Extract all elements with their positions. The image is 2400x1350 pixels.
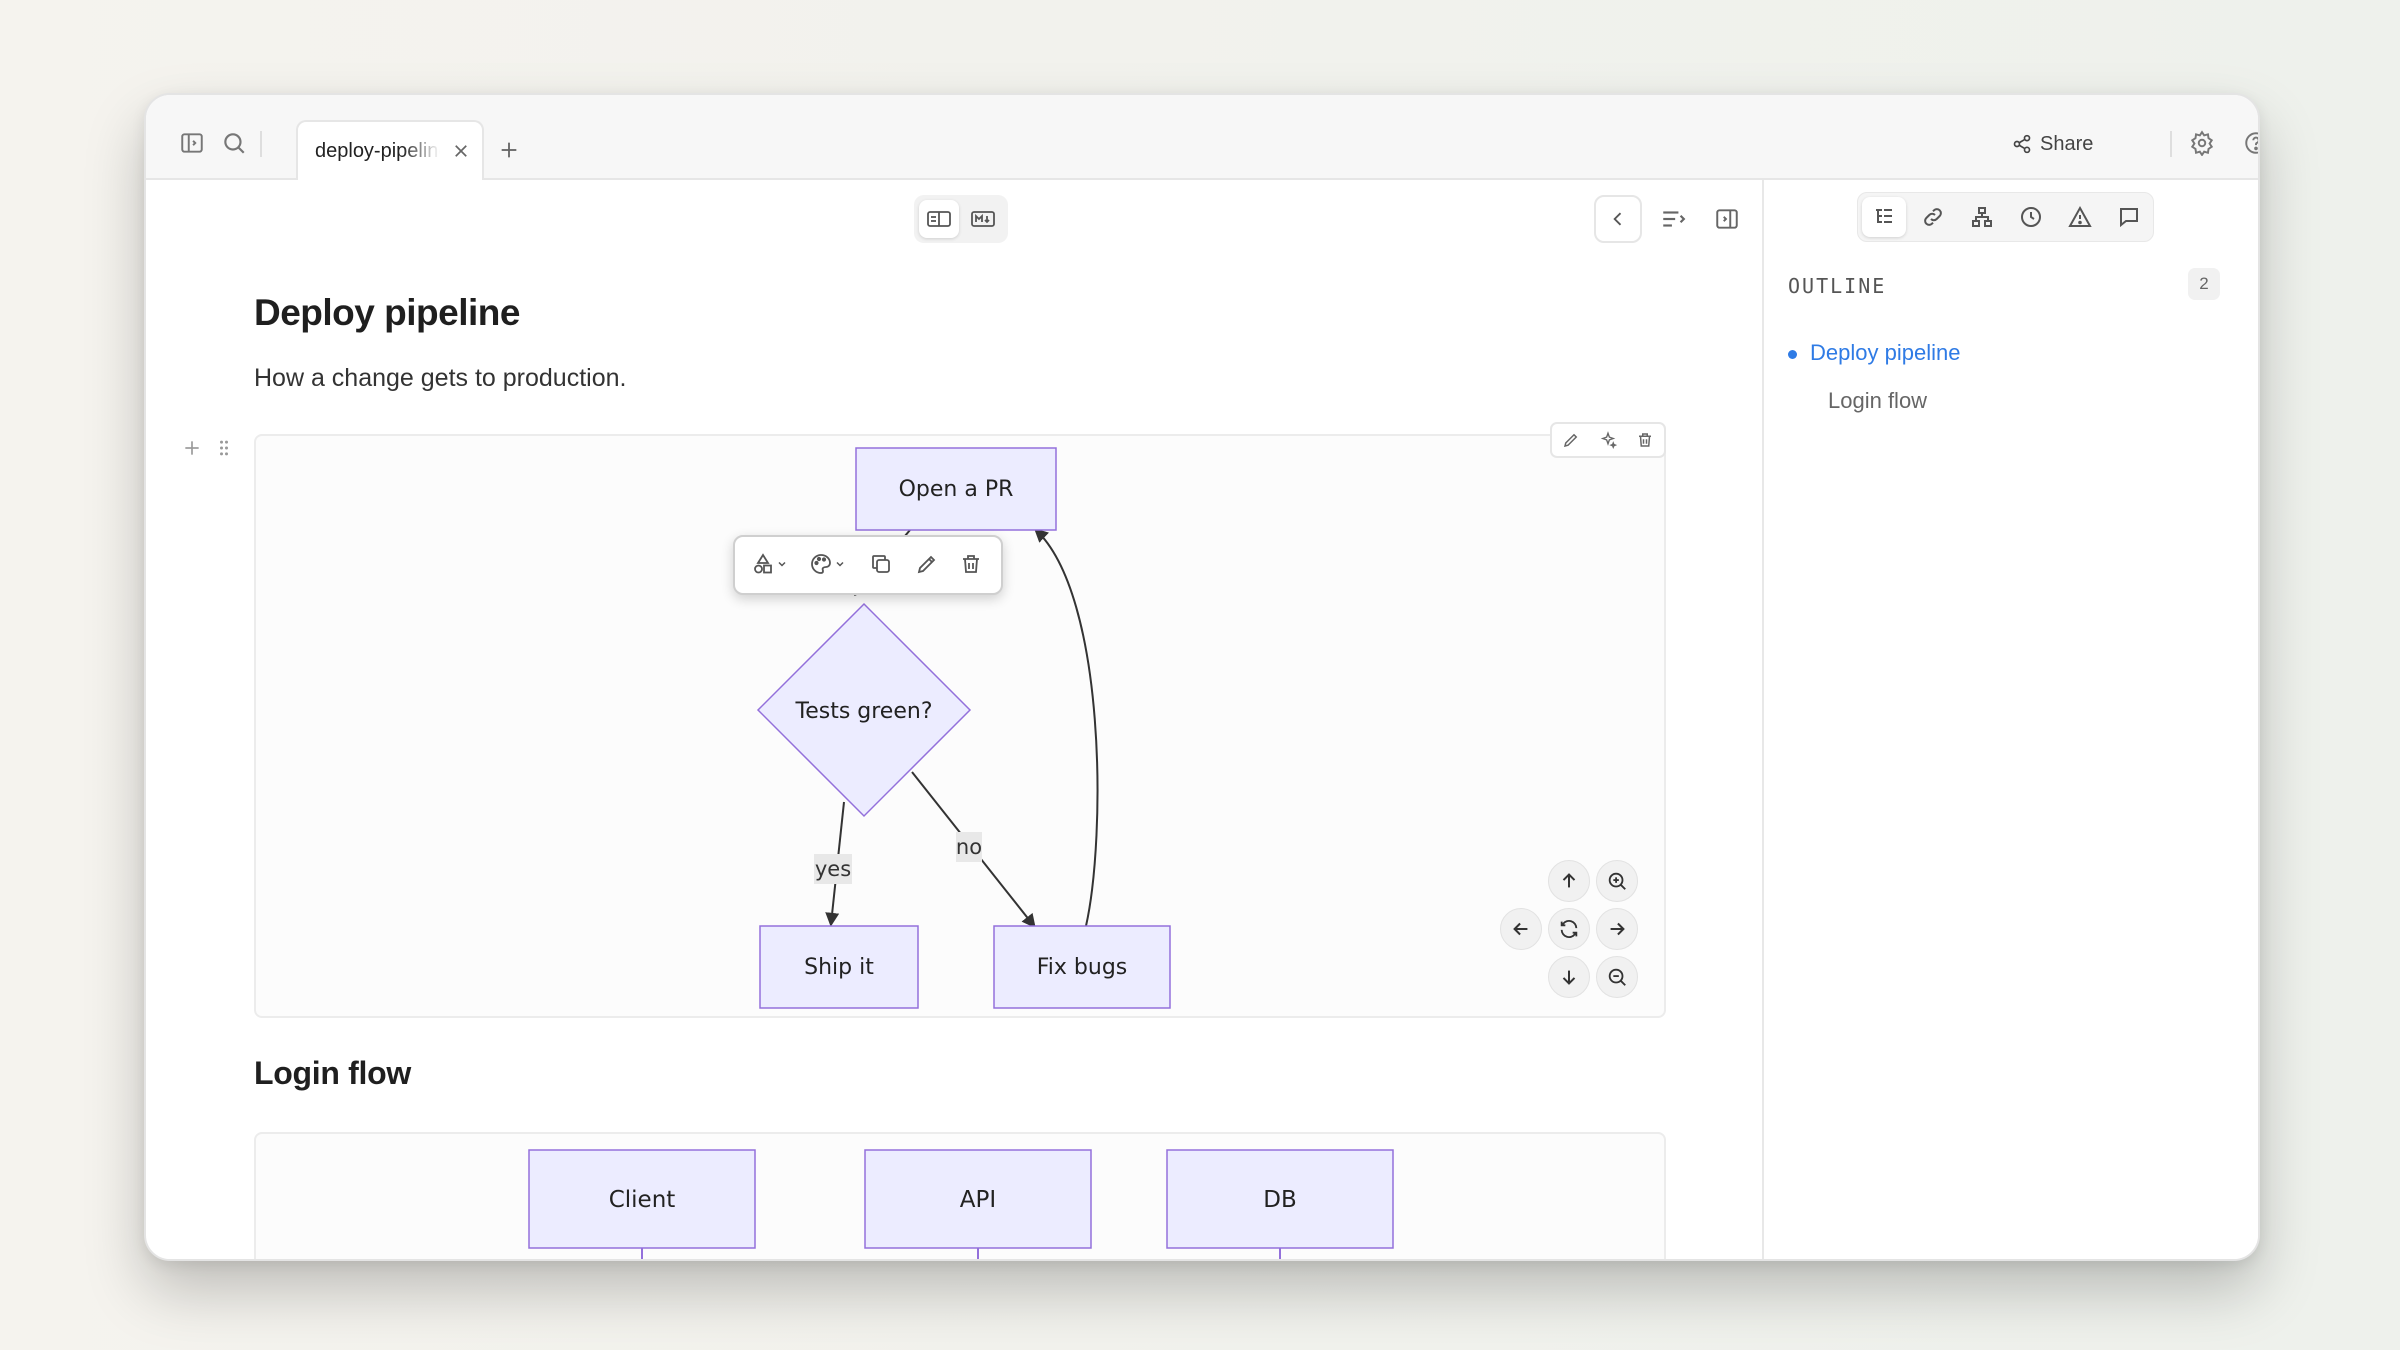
shapes-icon xyxy=(754,553,772,574)
help-icon[interactable] xyxy=(2242,129,2258,157)
pan-left-button[interactable] xyxy=(1500,908,1542,950)
actor-client-label: Client xyxy=(609,1187,676,1213)
delete-node-button[interactable] xyxy=(959,551,983,577)
zoom-out-icon xyxy=(1608,968,1626,986)
collapse-sidebar-button[interactable] xyxy=(1594,195,1642,243)
format-lines-icon[interactable] xyxy=(1660,206,1686,232)
right-sidebar: OUTLINE 2 Deploy pipeline Login flow xyxy=(1762,180,2258,1259)
chevron-down-icon xyxy=(778,561,786,567)
document-description[interactable]: How a change gets to production. xyxy=(254,364,626,393)
edit-node-button[interactable] xyxy=(915,551,939,577)
sequence-canvas: Client API DB xyxy=(528,1149,1394,1259)
edge-label-no: no xyxy=(956,835,982,859)
share-label: Share xyxy=(2040,132,2094,155)
markdown-mode-button[interactable] xyxy=(963,200,1003,238)
top-bar: deploy-pipeline Share xyxy=(146,95,2258,182)
toolbar-divider xyxy=(260,131,262,157)
editor-pane: Deploy pipeline How a change gets to pro… xyxy=(158,180,1762,1259)
section-heading-login-flow[interactable]: Login flow xyxy=(254,1055,411,1092)
hierarchy-icon xyxy=(1972,207,1992,227)
reset-icon xyxy=(1560,920,1578,938)
node-tests-green-label: Tests green? xyxy=(795,699,933,724)
outline-item-login-flow[interactable]: Login flow xyxy=(1828,388,1927,414)
arrow-left-icon xyxy=(1513,922,1528,936)
tab-links[interactable] xyxy=(1911,197,1955,237)
tab-hierarchy[interactable] xyxy=(1960,197,2004,237)
markdown-icon xyxy=(971,211,995,227)
toolbar-divider xyxy=(2170,131,2172,157)
outline-count-badge: 2 xyxy=(2188,268,2220,300)
zoom-in-icon xyxy=(1608,872,1626,890)
document-title[interactable]: Deploy pipeline xyxy=(254,292,520,334)
warning-icon xyxy=(2068,205,2092,227)
sequence-diagram[interactable]: Client API DB xyxy=(254,1132,1666,1259)
node-open-pr-label: Open a PR xyxy=(899,477,1014,502)
app-window: deploy-pipeline Share Deploy pipeline Ho… xyxy=(144,93,2260,1261)
comment-icon xyxy=(2120,208,2138,228)
drag-handle-icon[interactable] xyxy=(214,438,234,458)
zoom-in-button[interactable] xyxy=(1596,860,1638,902)
outline-item-deploy-pipeline[interactable]: Deploy pipeline xyxy=(1810,340,1960,366)
gear-icon[interactable] xyxy=(2188,129,2216,157)
sparkle-icon[interactable] xyxy=(1599,431,1617,449)
arrow-up-icon xyxy=(1562,873,1576,888)
tab-deploy-pipeline[interactable]: deploy-pipeline xyxy=(296,120,484,182)
tab-history[interactable] xyxy=(2009,197,2053,237)
trash-icon xyxy=(963,555,979,573)
edge-label-yes: yes xyxy=(815,857,851,881)
arrow-down-icon xyxy=(1562,970,1576,985)
tab-outline[interactable] xyxy=(1862,197,1906,237)
arrow-right-icon xyxy=(1610,922,1625,936)
color-picker-button[interactable] xyxy=(809,551,845,577)
view-mode-switch xyxy=(914,195,1008,243)
reset-view-button[interactable] xyxy=(1548,908,1590,950)
outline-icon xyxy=(1876,209,1892,223)
pan-down-button[interactable] xyxy=(1548,956,1590,998)
node-floating-toolbar xyxy=(733,535,1003,595)
visual-mode-icon xyxy=(927,211,951,227)
link-icon xyxy=(1924,208,1942,226)
pan-right-button[interactable] xyxy=(1596,908,1638,950)
node-fix-bugs-label: Fix bugs xyxy=(1037,955,1128,980)
actor-api-label: API xyxy=(960,1187,996,1213)
sidebar-tabs xyxy=(1857,192,2154,242)
history-icon xyxy=(2021,207,2041,227)
copy-icon xyxy=(872,555,890,573)
tab-warnings[interactable] xyxy=(2058,197,2102,237)
chevron-down-icon xyxy=(836,561,844,567)
flowchart-diagram[interactable]: yes no Open a PR Tests green? Ship it Fi… xyxy=(254,434,1666,1018)
sidebar-toggle-icon[interactable] xyxy=(178,129,206,157)
tab-label: deploy-pipeline xyxy=(315,140,440,162)
share-icon xyxy=(2013,134,2031,154)
shape-picker-button[interactable] xyxy=(751,551,787,577)
zoom-out-button[interactable] xyxy=(1596,956,1638,998)
flowchart-canvas: yes no Open a PR Tests green? Ship it Fi… xyxy=(756,447,1171,1009)
share-button[interactable]: Share xyxy=(2012,129,2093,159)
plus-icon[interactable] xyxy=(498,139,520,161)
close-icon[interactable] xyxy=(452,142,470,160)
trash-icon[interactable] xyxy=(1636,431,1654,449)
actor-db-label: DB xyxy=(1263,1187,1297,1213)
duplicate-button[interactable] xyxy=(869,551,893,577)
pencil-icon xyxy=(917,555,936,574)
palette-icon xyxy=(811,554,831,574)
edit-icon[interactable] xyxy=(1562,431,1580,449)
visual-mode-button[interactable] xyxy=(919,200,959,238)
block-tools xyxy=(1550,422,1666,458)
chevron-left-icon xyxy=(1613,212,1622,226)
active-item-dot xyxy=(1788,350,1797,359)
edge-fix-openpr xyxy=(1033,528,1099,927)
add-block-icon[interactable] xyxy=(182,438,202,458)
outline-title: OUTLINE xyxy=(1788,274,1887,298)
pan-up-button[interactable] xyxy=(1548,860,1590,902)
node-ship-it-label: Ship it xyxy=(804,955,874,980)
panel-toggle-icon[interactable] xyxy=(1714,206,1740,232)
search-icon[interactable] xyxy=(220,129,248,157)
tab-comments[interactable] xyxy=(2107,197,2151,237)
